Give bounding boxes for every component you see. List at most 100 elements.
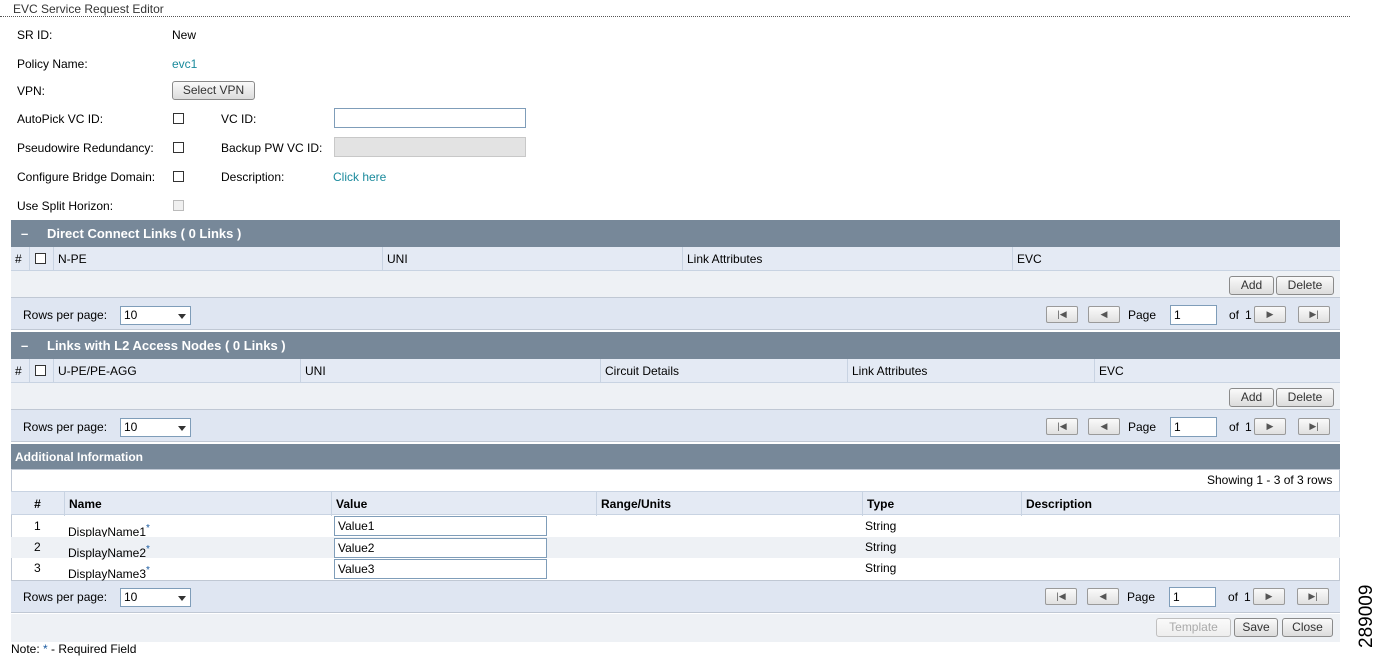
split-horizon-checkbox[interactable]	[173, 200, 184, 211]
first-page-button[interactable]: |◀	[1045, 588, 1077, 605]
backup-pw-vcid-label: Backup PW VC ID:	[221, 141, 323, 155]
of-label: of	[1229, 420, 1240, 434]
row-name: DisplayName1*	[68, 518, 150, 539]
page-input[interactable]	[1170, 417, 1217, 437]
additional-info-header: Additional Information	[11, 444, 1340, 469]
col-upe[interactable]: U-PE/PE-AGG	[53, 359, 300, 383]
direct-delete-button[interactable]: Delete	[1276, 276, 1334, 295]
collapse-toggle-icon[interactable]: –	[21, 226, 28, 241]
sr-id-value: New	[172, 28, 197, 42]
additional-info-column-header: # Name Value Range/Units Type Descriptio…	[11, 491, 1340, 516]
page-label: Page	[1128, 308, 1157, 322]
vpn-label: VPN:	[17, 84, 46, 98]
col-evc[interactable]: EVC	[1094, 359, 1340, 383]
col-uni[interactable]: UNI	[382, 247, 682, 271]
policy-name-label: Policy Name:	[17, 57, 88, 71]
row-type: String	[865, 561, 897, 575]
figure-id-text: 289009	[1356, 585, 1376, 648]
page-input[interactable]	[1169, 587, 1216, 607]
note-prefix: Note:	[11, 642, 44, 656]
direct-links-title: Direct Connect Links ( 0 Links )	[47, 226, 242, 241]
col-select-all	[29, 247, 53, 271]
select-all-checkbox[interactable]	[35, 365, 46, 376]
rows-per-page-value: 10	[124, 308, 138, 322]
direct-add-button[interactable]: Add	[1229, 276, 1274, 295]
autopick-vcid-checkbox[interactable]	[173, 113, 184, 124]
row-value-input[interactable]	[334, 538, 547, 558]
l2-links-actions: Add Delete	[11, 383, 1340, 410]
last-page-button[interactable]: ▶|	[1297, 588, 1329, 605]
col-npe[interactable]: N-PE	[53, 247, 382, 271]
next-page-button[interactable]: ▶	[1254, 306, 1286, 323]
title-divider	[0, 16, 1350, 17]
l2-delete-button[interactable]: Delete	[1276, 388, 1334, 407]
l2-links-column-header: # U-PE/PE-AGG UNI Circuit Details Link A…	[11, 359, 1340, 383]
last-page-button[interactable]: ▶|	[1298, 418, 1330, 435]
vcid-input[interactable]	[334, 108, 526, 128]
backup-pw-vcid-input[interactable]	[334, 137, 526, 157]
of-label: of	[1229, 308, 1240, 322]
prev-page-button[interactable]: ◀	[1088, 306, 1120, 323]
col-type[interactable]: Type	[862, 492, 1021, 516]
last-page-button[interactable]: ▶|	[1298, 306, 1330, 323]
row-value-input[interactable]	[334, 559, 547, 579]
row-type: String	[865, 519, 897, 533]
total-pages: 1	[1245, 420, 1252, 434]
rows-per-page-select[interactable]: 10	[120, 588, 191, 607]
rows-per-page-select[interactable]: 10	[120, 306, 191, 325]
collapse-toggle-icon[interactable]: –	[21, 338, 28, 353]
col-name[interactable]: Name	[64, 492, 331, 516]
page-label: Page	[1128, 420, 1157, 434]
page-label: Page	[1127, 590, 1156, 604]
col-evc[interactable]: EVC	[1012, 247, 1340, 271]
first-page-button[interactable]: |◀	[1046, 306, 1078, 323]
prev-page-button[interactable]: ◀	[1088, 418, 1120, 435]
showing-rows-text: Showing 1 - 3 of 3 rows	[1207, 473, 1333, 487]
save-button[interactable]: Save	[1234, 618, 1278, 637]
col-number: #	[15, 252, 22, 266]
table-row: 2 DisplayName2* String	[11, 537, 1340, 560]
col-link-attributes[interactable]: Link Attributes	[847, 359, 1094, 383]
prev-page-button[interactable]: ◀	[1087, 588, 1119, 605]
col-select-all	[29, 359, 53, 383]
template-button[interactable]: Template	[1156, 618, 1231, 637]
col-description[interactable]: Description	[1021, 492, 1340, 516]
chevron-down-icon	[178, 596, 186, 601]
next-page-button[interactable]: ▶	[1253, 588, 1285, 605]
page-input[interactable]	[1170, 305, 1217, 325]
row-number: 2	[34, 540, 41, 554]
additional-info-pager: Rows per page: 10 |◀ ◀ Page of 1 ▶ ▶|	[11, 581, 1340, 613]
vcid-label: VC ID:	[221, 112, 257, 126]
description-label: Description:	[221, 170, 285, 184]
rows-per-page-value: 10	[124, 590, 138, 604]
col-range-units[interactable]: Range/Units	[596, 492, 862, 516]
col-circuit-details[interactable]: Circuit Details	[600, 359, 847, 383]
l2-links-title: Links with L2 Access Nodes ( 0 Links )	[47, 338, 286, 353]
required-marker: *	[146, 565, 150, 576]
select-vpn-button[interactable]: Select VPN	[172, 81, 255, 100]
footer-bar: Template Save Close	[11, 614, 1340, 642]
required-note: Note: * - Required Field	[11, 642, 136, 656]
row-value-input[interactable]	[334, 516, 547, 536]
additional-info-title: Additional Information	[15, 450, 143, 464]
close-button[interactable]: Close	[1282, 618, 1333, 637]
row-name-text: DisplayName3	[68, 567, 147, 581]
chevron-down-icon	[178, 426, 186, 431]
bridge-domain-label: Configure Bridge Domain:	[17, 170, 156, 184]
sr-id-label: SR ID:	[17, 28, 53, 42]
rows-per-page-select[interactable]: 10	[120, 418, 191, 437]
first-page-button[interactable]: |◀	[1046, 418, 1078, 435]
bridge-domain-checkbox[interactable]	[173, 171, 184, 182]
select-all-checkbox[interactable]	[35, 253, 46, 264]
table-row: 1 DisplayName1* String	[11, 516, 1340, 539]
next-page-button[interactable]: ▶	[1254, 418, 1286, 435]
policy-name-value: evc1	[172, 57, 198, 71]
col-value[interactable]: Value	[331, 492, 596, 516]
row-number: 3	[34, 561, 41, 575]
pseudowire-redundancy-label: Pseudowire Redundancy:	[17, 141, 154, 155]
description-link[interactable]: Click here	[333, 170, 386, 184]
pseudowire-redundancy-checkbox[interactable]	[173, 142, 184, 153]
col-link-attributes[interactable]: Link Attributes	[682, 247, 1012, 271]
l2-add-button[interactable]: Add	[1229, 388, 1274, 407]
col-uni[interactable]: UNI	[300, 359, 600, 383]
